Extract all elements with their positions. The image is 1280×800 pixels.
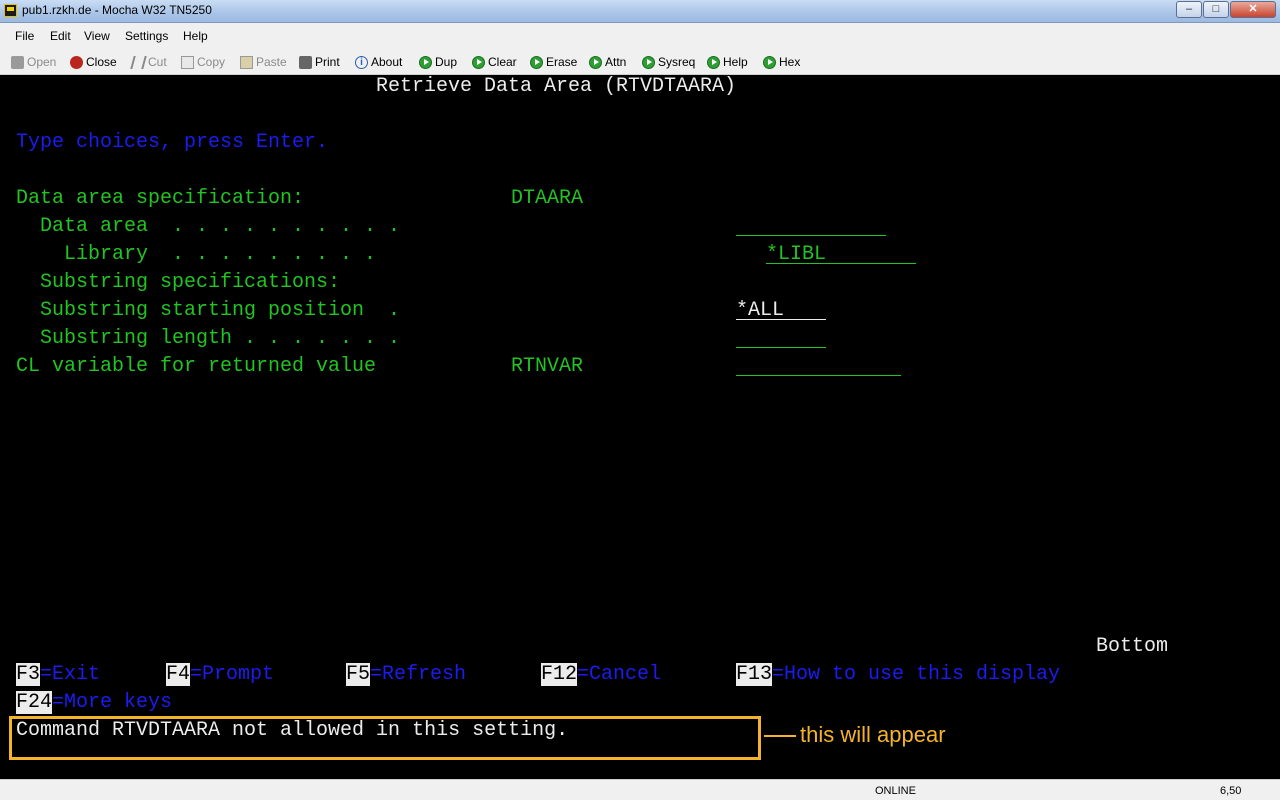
minimize-button[interactable]: – xyxy=(1176,1,1202,18)
clvar-keyword: RTNVAR xyxy=(511,355,584,378)
library-label: Library . . . . . . . . . xyxy=(16,243,377,266)
paste-label: Paste xyxy=(256,55,287,69)
close-icon xyxy=(70,55,83,69)
library-input[interactable] xyxy=(766,263,916,264)
fkey-f12[interactable]: F12=Cancel xyxy=(541,663,661,687)
toolbar: Open Close Cut Copy Paste Print i About D… xyxy=(0,48,1280,75)
maximize-button[interactable]: □ xyxy=(1203,1,1229,18)
f4-text: =Prompt xyxy=(190,663,275,686)
clvar-input[interactable] xyxy=(736,375,901,376)
f4-key: F4 xyxy=(166,663,191,686)
open-label: Open xyxy=(27,55,57,69)
about-button[interactable]: i About xyxy=(355,54,402,70)
spec-label: Data area specification: xyxy=(16,187,305,210)
close-label: Close xyxy=(86,55,117,69)
cut-button[interactable]: Cut xyxy=(130,54,167,70)
substring-start-label: Substring starting position . xyxy=(16,299,401,322)
clvar-label: CL variable for returned value xyxy=(16,355,377,378)
print-label: Print xyxy=(315,55,340,69)
close-button[interactable]: Close xyxy=(70,54,117,70)
annotation-connector-line xyxy=(764,735,796,737)
menu-settings[interactable]: Settings xyxy=(125,29,168,43)
annotation-highlight-box xyxy=(9,716,761,760)
attn-button[interactable]: Attn xyxy=(589,54,626,70)
play-icon xyxy=(472,55,485,69)
fkey-f3[interactable]: F3=Exit xyxy=(16,663,100,687)
dup-label: Dup xyxy=(435,55,458,69)
menu-help[interactable]: Help xyxy=(183,29,208,43)
play-icon xyxy=(763,55,776,69)
fkey-f4[interactable]: F4=Prompt xyxy=(166,663,274,687)
f24-key: F24 xyxy=(16,691,53,714)
copy-button[interactable]: Copy xyxy=(181,54,225,70)
fkey-f24[interactable]: F24=More keys xyxy=(16,691,172,715)
f13-text: =How to use this display xyxy=(772,663,1061,686)
connection-status: ONLINE xyxy=(875,785,916,797)
cursor-position: 6,50 xyxy=(1220,785,1242,797)
f12-text: =Cancel xyxy=(577,663,662,686)
title-bar: pub1.rzkh.de - Mocha W32 TN5250 – □ ✕ xyxy=(0,0,1280,23)
printer-icon xyxy=(299,55,312,69)
help-button[interactable]: Help xyxy=(707,54,748,70)
substring-length-input[interactable] xyxy=(736,347,826,348)
info-icon: i xyxy=(355,55,368,69)
erase-button[interactable]: Erase xyxy=(530,54,577,70)
spec-keyword: DTAARA xyxy=(511,187,584,210)
instruction-text: Type choices, press Enter. xyxy=(16,131,329,154)
print-button[interactable]: Print xyxy=(299,54,340,70)
cut-label: Cut xyxy=(148,55,167,69)
status-bar: ONLINE 6,50 xyxy=(0,779,1280,800)
screen-title: Retrieve Data Area (RTVDTAARA) xyxy=(376,75,737,98)
paste-button[interactable]: Paste xyxy=(240,54,287,70)
window-title: pub1.rzkh.de - Mocha W32 TN5250 xyxy=(22,3,212,17)
menu-bar: File Edit View Settings Help xyxy=(0,23,1280,48)
menu-edit[interactable]: Edit xyxy=(50,29,71,43)
terminal-screen[interactable]: Retrieve Data Area (RTVDTAARA) Type choi… xyxy=(0,75,1280,779)
f24-text: =More keys xyxy=(52,691,173,714)
app-icon xyxy=(4,4,17,17)
open-button[interactable]: Open xyxy=(11,54,56,70)
play-icon xyxy=(419,55,432,69)
fkey-f13[interactable]: F13=How to use this display xyxy=(736,663,1060,687)
clear-label: Clear xyxy=(488,55,517,69)
f3-text: =Exit xyxy=(40,663,101,686)
play-icon xyxy=(589,55,602,69)
dataarea-input[interactable] xyxy=(736,235,886,236)
help-label: Help xyxy=(723,55,748,69)
sysreq-label: Sysreq xyxy=(658,55,696,69)
clear-button[interactable]: Clear xyxy=(472,54,517,70)
annotation-text: this will appear xyxy=(800,722,946,747)
open-icon xyxy=(11,55,24,69)
f5-key: F5 xyxy=(346,663,371,686)
hex-label: Hex xyxy=(779,55,801,69)
f5-text: =Refresh xyxy=(370,663,467,686)
paste-icon xyxy=(240,55,253,69)
copy-label: Copy xyxy=(197,55,226,69)
play-icon xyxy=(530,55,543,69)
substring-length-label: Substring length . . . . . . . xyxy=(16,327,401,350)
attn-label: Attn xyxy=(605,55,627,69)
play-icon xyxy=(642,55,655,69)
dataarea-label: Data area . . . . . . . . . . xyxy=(16,215,401,238)
scissors-icon xyxy=(130,55,147,69)
close-window-button[interactable]: ✕ xyxy=(1230,1,1276,18)
sysreq-button[interactable]: Sysreq xyxy=(642,54,695,70)
bottom-indicator: Bottom xyxy=(1096,635,1169,658)
copy-icon xyxy=(181,55,194,69)
f3-key: F3 xyxy=(16,663,41,686)
erase-label: Erase xyxy=(546,55,578,69)
fkey-f5[interactable]: F5=Refresh xyxy=(346,663,466,687)
menu-file[interactable]: File xyxy=(15,29,34,43)
menu-view[interactable]: View xyxy=(84,29,110,43)
dup-button[interactable]: Dup xyxy=(419,54,457,70)
substring-spec-label: Substring specifications: xyxy=(16,271,341,294)
hex-button[interactable]: Hex xyxy=(763,54,800,70)
substring-start-input[interactable] xyxy=(736,319,826,320)
f12-key: F12 xyxy=(541,663,578,686)
about-label: About xyxy=(371,55,403,69)
f13-key: F13 xyxy=(736,663,773,686)
play-icon xyxy=(707,55,720,69)
